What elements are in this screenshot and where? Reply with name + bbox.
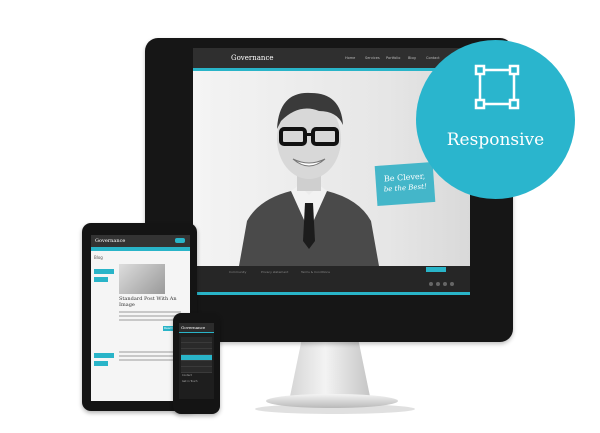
- desktop-nav-bar: Governance Home Services Portfolio Blog …: [193, 48, 470, 71]
- tablet-date-tag: [94, 353, 114, 358]
- phone-screen: Governance Home Features Blog Portfolio …: [179, 323, 214, 399]
- resize-frame-icon: [474, 64, 520, 110]
- footer-accent-line: [193, 292, 470, 295]
- social-icon[interactable]: [436, 282, 440, 286]
- phone-logo[interactable]: Governance: [181, 325, 205, 330]
- monitor-base: [266, 394, 398, 408]
- desktop-nav-item[interactable]: Home: [345, 56, 355, 60]
- tablet-section-title: Blog: [94, 255, 103, 260]
- footer-link[interactable]: Privacy statement: [261, 270, 288, 274]
- tablet-text-line: [119, 311, 181, 313]
- tablet-comment-tag: [94, 277, 108, 282]
- tablet-text-line: [119, 355, 173, 357]
- tablet-text-line: [119, 351, 179, 353]
- slider-pager[interactable]: [426, 267, 446, 272]
- tablet-menu-button[interactable]: [175, 238, 185, 243]
- footer-link[interactable]: Community: [229, 270, 246, 274]
- tablet-post-title[interactable]: Standard Post With An Image: [119, 296, 185, 308]
- tablet-nav-bar: Governance: [91, 235, 190, 247]
- phone-menu-item[interactable]: Get in Touch: [181, 367, 212, 383]
- tablet-comment-tag: [94, 361, 108, 366]
- desktop-logo[interactable]: Governance: [231, 54, 274, 62]
- desktop-nav-item[interactable]: Portfolio: [386, 56, 400, 60]
- hero-tag-line2: be the Best!: [383, 182, 428, 194]
- tablet-post-image: [119, 264, 165, 294]
- phone-menu-label: Get in Touch: [182, 380, 198, 383]
- monitor-stand: [289, 342, 371, 398]
- tablet-logo[interactable]: Governance: [95, 238, 125, 244]
- tablet-accent-bar: [91, 247, 190, 251]
- desktop-nav-item[interactable]: Contact: [426, 56, 440, 60]
- tablet-date-tag: [94, 269, 114, 274]
- tablet-text-line: [119, 319, 179, 321]
- social-icon[interactable]: [429, 282, 433, 286]
- tablet-text-line: [119, 315, 177, 317]
- badge-label: Responsive: [446, 130, 545, 150]
- footer-link[interactable]: Terms & Conditions: [301, 270, 330, 274]
- tablet-text-line: [119, 359, 177, 361]
- social-icon[interactable]: [450, 282, 454, 286]
- phone-nav-bar: Governance: [179, 323, 214, 333]
- phone-menu-label: Contact: [182, 374, 192, 377]
- hero-person-image: [239, 92, 379, 266]
- desktop-nav-item[interactable]: Services: [365, 56, 380, 60]
- social-icon[interactable]: [443, 282, 447, 286]
- desktop-nav-item[interactable]: Blog: [408, 56, 416, 60]
- hero-tagline-card: Be Clever, be the Best!: [374, 162, 436, 206]
